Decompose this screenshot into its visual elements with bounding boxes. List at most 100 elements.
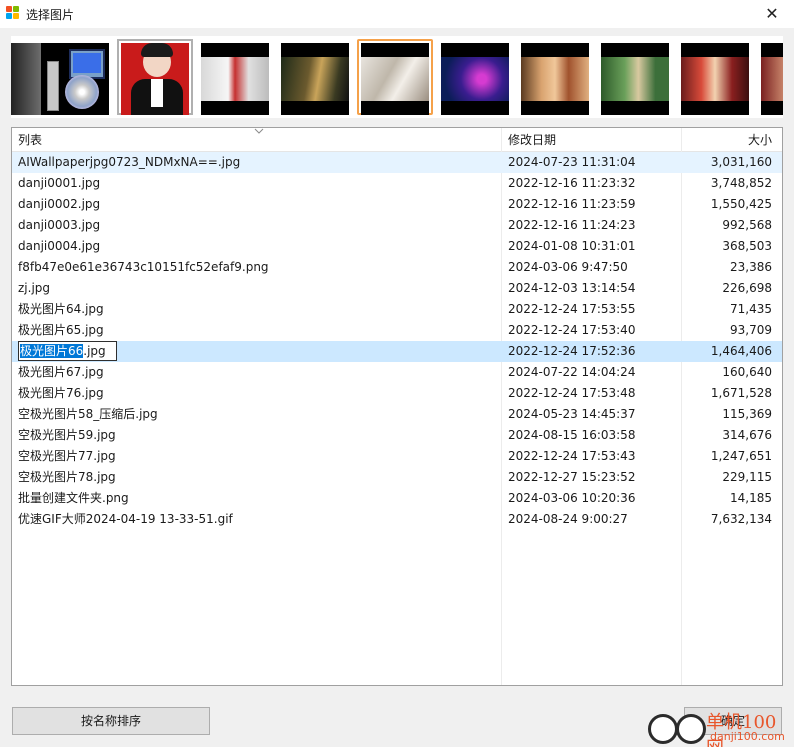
file-size: 115,369 xyxy=(722,407,772,421)
thumbnail-6[interactable] xyxy=(357,39,433,115)
file-size: 3,748,852 xyxy=(710,176,772,190)
file-list[interactable]: 列表 修改日期 大小 AIWallpaperjpg0723_NDMxNA==.j… xyxy=(11,127,783,686)
table-row[interactable]: 极光图片76.jpg 2022-12-24 17:53:48 1,671,528 xyxy=(12,383,782,404)
file-name: 极光图片64.jpg xyxy=(18,302,104,316)
table-row[interactable]: 空极光图片77.jpg 2022-12-24 17:53:43 1,247,651 xyxy=(12,446,782,467)
file-size: 3,031,160 xyxy=(710,155,772,169)
file-name: danji0003.jpg xyxy=(18,218,101,232)
table-row[interactable]: 极光图片64.jpg 2022-12-24 17:53:55 71,435 xyxy=(12,299,782,320)
thumbnail-7[interactable] xyxy=(437,39,513,115)
file-size: 1,247,651 xyxy=(710,449,772,463)
sort-chevron-down-icon xyxy=(254,128,264,134)
file-date: 2024-07-22 14:04:24 xyxy=(508,365,636,379)
file-date: 2022-12-24 17:53:55 xyxy=(508,302,636,316)
file-date: 2024-12-03 13:14:54 xyxy=(508,281,636,295)
table-row[interactable]: 极光图片65.jpg 2022-12-24 17:53:40 93,709 xyxy=(12,320,782,341)
file-size: 1,550,425 xyxy=(710,197,772,211)
file-size: 1,464,406 xyxy=(710,344,772,358)
list-header: 列表 修改日期 大小 xyxy=(12,128,782,152)
table-row[interactable]: zj.jpg 2024-12-03 13:14:54 226,698 xyxy=(12,278,782,299)
file-date: 2024-07-23 11:31:04 xyxy=(508,155,636,169)
file-size: 314,676 xyxy=(722,428,772,442)
thumbnail-2[interactable] xyxy=(37,39,113,115)
thumbnail-9[interactable] xyxy=(597,39,673,115)
file-name: 批量创建文件夹.png xyxy=(18,491,129,505)
title-bar: 选择图片 ✕ xyxy=(0,0,794,28)
file-name: AIWallpaperjpg0723_NDMxNA==.jpg xyxy=(18,155,241,169)
thumbnail-11[interactable] xyxy=(757,39,783,115)
watermark: 单机100网 danji100.com xyxy=(646,706,794,747)
table-row[interactable]: danji0003.jpg 2022-12-16 11:24:23 992,568 xyxy=(12,215,782,236)
file-date: 2024-05-23 14:45:37 xyxy=(508,407,636,421)
file-name: 极光图片65.jpg xyxy=(18,323,104,337)
file-name: 空极光图片59.jpg xyxy=(18,428,116,442)
file-date: 2022-12-24 17:53:43 xyxy=(508,449,636,463)
file-size: 160,640 xyxy=(722,365,772,379)
file-date: 2024-08-15 16:03:58 xyxy=(508,428,636,442)
file-date: 2022-12-24 17:53:40 xyxy=(508,323,636,337)
file-size: 992,568 xyxy=(722,218,772,232)
file-date: 2022-12-16 11:24:23 xyxy=(508,218,636,232)
file-date: 2022-12-24 17:53:48 xyxy=(508,386,636,400)
file-size: 226,698 xyxy=(722,281,772,295)
table-row[interactable]: 空极光图片78.jpg 2022-12-27 15:23:52 229,115 xyxy=(12,467,782,488)
thumbnail-4[interactable] xyxy=(197,39,273,115)
file-size: 14,185 xyxy=(730,491,772,505)
rename-input[interactable]: 极光图片66.jpg xyxy=(18,341,117,361)
app-icon xyxy=(6,6,20,20)
close-icon: ✕ xyxy=(765,4,779,23)
table-row[interactable]: 空极光图片59.jpg 2024-08-15 16:03:58 314,676 xyxy=(12,425,782,446)
table-row[interactable]: 优速GIF大师2024-04-19 13-33-51.gif 2024-08-24… xyxy=(12,509,782,530)
table-row[interactable]: danji0002.jpg 2022-12-16 11:23:59 1,550,42… xyxy=(12,194,782,215)
column-header-date[interactable]: 修改日期 xyxy=(508,128,556,152)
thumbnail-10[interactable] xyxy=(677,39,753,115)
file-name: 优速GIF大师2024-04-19 13-33-51.gif xyxy=(18,512,233,526)
rename-extension-text: .jpg xyxy=(83,344,106,358)
table-row[interactable]: 批量创建文件夹.png 2024-03-06 10:20:36 14,185 xyxy=(12,488,782,509)
thumbnail-3[interactable] xyxy=(117,39,193,115)
thumbnail-5[interactable] xyxy=(277,39,353,115)
file-size: 7,632,134 xyxy=(710,512,772,526)
file-name: f8fb47e0e61e36743c10151fc52efaf9.png xyxy=(18,260,269,274)
file-name: danji0002.jpg xyxy=(18,197,101,211)
thumbnail-8[interactable] xyxy=(517,39,593,115)
file-name: 极光图片76.jpg xyxy=(18,386,104,400)
table-row[interactable]: danji0001.jpg 2022-12-16 11:23:32 3,748,85… xyxy=(12,173,782,194)
column-header-name[interactable]: 列表 xyxy=(18,128,42,152)
table-row[interactable]: f8fb47e0e61e36743c10151fc52efaf9.png 2024… xyxy=(12,257,782,278)
file-date: 2022-12-27 15:23:52 xyxy=(508,470,636,484)
file-size: 71,435 xyxy=(730,302,772,316)
file-size: 1,671,528 xyxy=(710,386,772,400)
file-date: 2024-03-06 10:20:36 xyxy=(508,491,636,505)
watermark-url: danji100.com xyxy=(710,730,785,743)
window-title: 选择图片 xyxy=(26,8,75,22)
file-size: 93,709 xyxy=(730,323,772,337)
file-date: 2024-03-06 9:47:50 xyxy=(508,260,628,274)
file-date: 2022-12-16 11:23:32 xyxy=(508,176,636,190)
file-name: 空极光图片58_压缩后.jpg xyxy=(18,407,158,421)
thumbnail-strip[interactable] xyxy=(11,36,783,118)
file-date: 2024-08-24 9:00:27 xyxy=(508,512,628,526)
rename-selected-text: 极光图片66 xyxy=(20,344,84,358)
watermark-logo-icon xyxy=(676,714,706,744)
table-row[interactable]: 极光图片66.jpg 2022-12-24 17:52:36 1,464,406 xyxy=(12,341,782,362)
table-row[interactable]: AIWallpaperjpg0723_NDMxNA==.jpg 2024-07-2… xyxy=(12,152,782,173)
file-name: danji0001.jpg xyxy=(18,176,101,190)
file-size: 229,115 xyxy=(722,470,772,484)
sort-by-name-button[interactable]: 按名称排序 xyxy=(12,707,210,735)
watermark-logo-icon xyxy=(648,714,678,744)
file-size: 23,386 xyxy=(730,260,772,274)
file-name: 空极光图片78.jpg xyxy=(18,470,116,484)
column-header-size[interactable]: 大小 xyxy=(748,128,772,152)
file-name: zj.jpg xyxy=(18,281,51,295)
table-row[interactable]: 极光图片67.jpg 2024-07-22 14:04:24 160,640 xyxy=(12,362,782,383)
file-name: danji0004.jpg xyxy=(18,239,101,253)
file-name: 空极光图片77.jpg xyxy=(18,449,116,463)
file-size: 368,503 xyxy=(722,239,772,253)
table-row[interactable]: 空极光图片58_压缩后.jpg 2024-05-23 14:45:37 115,36… xyxy=(12,404,782,425)
close-button[interactable]: ✕ xyxy=(750,0,794,28)
table-row[interactable]: danji0004.jpg 2024-01-08 10:31:01 368,503 xyxy=(12,236,782,257)
file-date: 2022-12-16 11:23:59 xyxy=(508,197,636,211)
file-date: 2022-12-24 17:52:36 xyxy=(508,344,636,358)
file-name: 极光图片67.jpg xyxy=(18,365,104,379)
